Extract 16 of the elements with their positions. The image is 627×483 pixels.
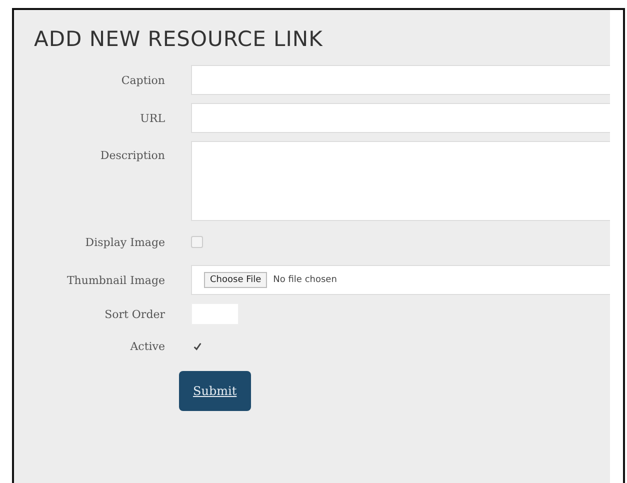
field-label: URL xyxy=(139,112,166,124)
field-label: Description xyxy=(99,148,166,162)
field-label: Display Image xyxy=(84,236,166,248)
checkbox[interactable] xyxy=(191,236,203,248)
page-title: ADD NEW RESOURCE LINK xyxy=(33,26,324,53)
field-label: Sort Order xyxy=(104,308,166,320)
file-field[interactable]: Choose File No file chosen xyxy=(191,265,610,295)
text-field[interactable] xyxy=(191,103,610,133)
choose-file-button[interactable]: Choose File xyxy=(204,272,268,288)
field-label: Caption xyxy=(120,74,166,86)
checkbox[interactable] xyxy=(191,340,203,352)
description-field[interactable] xyxy=(191,141,610,221)
submit-button[interactable]: Submit xyxy=(179,371,251,411)
field-label: Thumbnail Image xyxy=(66,274,166,286)
field-label: Active xyxy=(129,340,166,352)
text-field[interactable] xyxy=(191,65,610,95)
